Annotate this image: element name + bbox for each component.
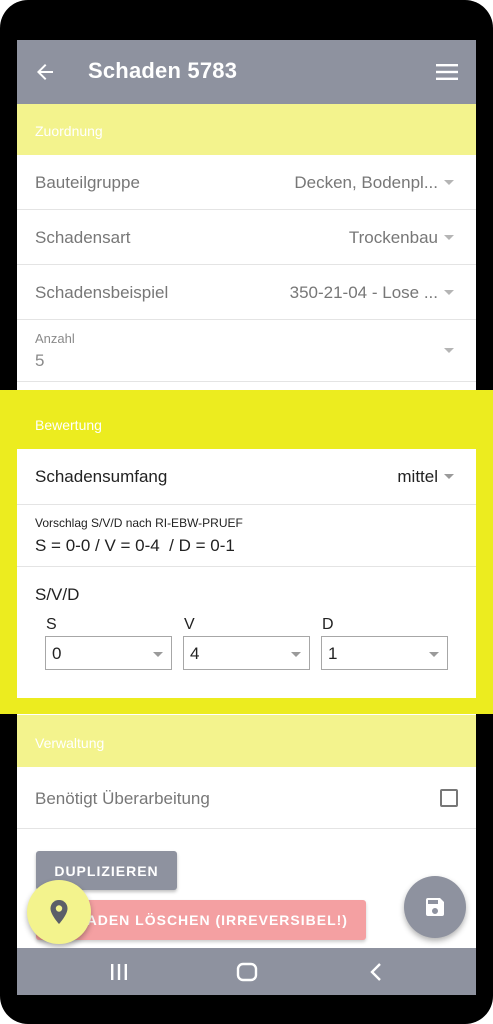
field-value: 350-21-04 - Lose ... xyxy=(289,283,438,302)
select-schadensumfang[interactable]: Schadensumfang mittel xyxy=(17,449,476,505)
home-icon[interactable] xyxy=(236,962,258,982)
chevron-down-icon xyxy=(429,652,439,657)
button-label: DUPLIZIEREN xyxy=(54,863,159,879)
v-label: V xyxy=(184,616,195,633)
select-value: 0 xyxy=(52,644,62,663)
suggestion-title: Vorschlag S/V/D nach RI-EBW-PRUEF xyxy=(35,516,243,530)
field-label: Schadensart xyxy=(35,228,131,247)
svd-suggestion: Vorschlag S/V/D nach RI-EBW-PRUEF S = 0-… xyxy=(17,505,476,567)
chevron-down-icon xyxy=(444,235,454,240)
system-nav-bar xyxy=(17,948,476,995)
hamburger-menu-icon[interactable] xyxy=(436,62,458,82)
map-pin-icon xyxy=(50,900,68,924)
chevron-down-icon xyxy=(444,290,454,295)
chevron-down-icon xyxy=(444,474,454,479)
suggestion-text: S = 0-0 / V = 0-4 / D = 0-1 xyxy=(35,536,235,555)
select-value: 1 xyxy=(328,644,338,663)
select-bauteilgruppe[interactable]: Bauteilgruppe Decken, Bodenpl... xyxy=(17,155,476,210)
field-label: Schadensbeispiel xyxy=(35,283,169,302)
recents-icon[interactable] xyxy=(109,963,129,981)
chevron-down-icon xyxy=(444,180,454,185)
select-schadensart[interactable]: Schadensart Trockenbau xyxy=(17,210,476,265)
bewertung-panel: Bewertung Schadensumfang mittel Vorschla… xyxy=(17,391,476,698)
page-title: Schaden 5783 xyxy=(88,58,238,83)
section-header-bewertung: Bewertung xyxy=(17,391,476,449)
save-icon xyxy=(426,898,444,916)
chevron-down-icon xyxy=(291,652,301,657)
field-value: Decken, Bodenpl... xyxy=(294,173,438,192)
chevron-down-icon xyxy=(444,348,454,353)
select-value: 4 xyxy=(190,644,200,663)
save-fab[interactable] xyxy=(404,876,466,938)
field-value: Trockenbau xyxy=(348,228,438,247)
svd-title: S/V/D xyxy=(35,585,80,604)
d-label: D xyxy=(322,616,334,633)
checkbox-row-ueberarbeitung[interactable]: Benötigt Überarbeitung xyxy=(17,767,476,829)
chevron-down-icon xyxy=(153,652,163,657)
location-fab[interactable] xyxy=(27,880,91,944)
select-schadensbeispiel[interactable]: Schadensbeispiel 350-21-04 - Lose ... xyxy=(17,265,476,320)
field-label: Bauteilgruppe xyxy=(35,173,140,192)
field-label: Schadensumfang xyxy=(35,467,168,486)
section-title: Zuordnung xyxy=(35,123,103,139)
checkbox-label: Benötigt Überarbeitung xyxy=(35,789,210,808)
s-label: S xyxy=(46,616,57,633)
select-s[interactable]: 0 xyxy=(45,636,172,670)
field-value: 5 xyxy=(35,351,45,370)
section-title: Bewertung xyxy=(35,417,102,433)
section-header-verwaltung: Verwaltung xyxy=(17,715,476,767)
checkbox[interactable] xyxy=(440,789,458,807)
field-label: Anzahl xyxy=(35,331,75,346)
section-title: Verwaltung xyxy=(35,735,105,751)
section-header-zuordnung: Zuordnung xyxy=(17,104,476,155)
app-bar: Schaden 5783 xyxy=(17,40,476,104)
select-v[interactable]: 4 xyxy=(183,636,310,670)
back-chevron-icon[interactable] xyxy=(368,962,384,982)
field-value: mittel xyxy=(397,467,438,486)
select-anzahl[interactable]: Anzahl 5 xyxy=(17,320,476,382)
arrow-left-icon[interactable] xyxy=(33,60,57,84)
select-d[interactable]: 1 xyxy=(321,636,448,670)
